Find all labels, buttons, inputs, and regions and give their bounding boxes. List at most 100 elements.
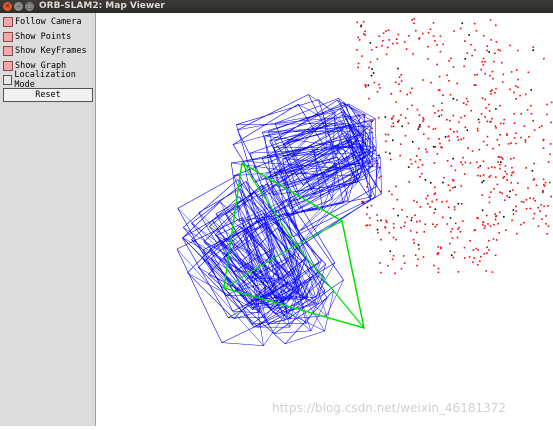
map-point [499,168,501,170]
map-point [416,221,418,223]
show-points-label: Show Points [15,32,71,42]
map-point [465,162,467,164]
map-point [457,237,459,239]
reference-map-point [532,170,534,172]
map-point [520,224,522,226]
map-point [395,81,397,83]
map-point [480,69,482,71]
minimize-button[interactable]: – [14,2,23,11]
map-point [515,85,517,87]
map-point [453,115,455,117]
reference-map-point [503,216,505,218]
map-point [441,110,443,112]
map-point [480,175,482,177]
map-point [525,167,527,169]
map-point [411,88,413,90]
show-keyframes-checkbox[interactable] [3,46,13,56]
map-point [393,122,395,124]
map-point [533,218,535,220]
map-point [477,128,479,130]
map-point [534,213,536,215]
map-point [485,270,487,272]
map-3d-view[interactable] [96,13,553,426]
map-point [462,220,464,222]
map-point [413,239,415,241]
title-bar: × – □ ORB-SLAM2: Map Viewer [0,0,553,13]
reference-map-point [367,207,369,209]
map-point [477,264,479,266]
map-point [388,191,390,193]
map-point [481,113,483,115]
show-points-option[interactable]: Show Points [3,30,71,44]
map-point [450,231,452,233]
map-point [452,237,454,239]
map-point [495,125,497,127]
map-point [400,114,402,116]
map-point [454,209,456,211]
map-point [550,196,552,198]
localization-mode-checkbox[interactable] [3,75,12,85]
map-point [417,109,419,111]
map-point [410,159,412,161]
map-point [450,58,452,60]
show-graph-checkbox[interactable] [3,61,13,71]
map-point [515,143,517,145]
map-point [400,143,402,145]
map-point [506,195,508,197]
map-viewer-canvas[interactable] [96,13,553,426]
close-icon: × [5,2,11,11]
map-point [433,35,435,37]
map-point [401,209,403,211]
map-point [452,187,454,189]
map-point [499,212,501,214]
map-point [385,227,387,229]
map-point [458,139,460,141]
map-point [405,117,407,119]
map-point [493,61,495,63]
follow-camera-checkbox[interactable] [3,17,13,27]
map-point [516,233,518,235]
map-point [455,222,457,224]
map-point [489,197,491,199]
follow-camera-option[interactable]: Follow Camera [3,15,82,29]
map-point [406,48,408,50]
map-point [525,139,527,141]
localization-mode-option[interactable]: Localization Mode [3,73,95,87]
reset-button[interactable]: Reset [3,88,93,102]
map-point [484,73,486,75]
map-point [415,254,417,256]
reference-map-point [488,51,490,53]
map-point [506,173,508,175]
map-point [376,214,378,216]
map-point [506,179,508,181]
map-point [484,225,486,227]
map-point [484,116,486,118]
show-points-checkbox[interactable] [3,32,13,42]
map-point [548,161,550,163]
map-point [487,121,489,123]
map-point [479,260,481,262]
map-point [454,252,456,254]
map-point [411,19,413,21]
reference-map-point [483,180,485,182]
map-point [448,135,450,137]
map-point [364,34,366,36]
map-point [436,199,438,201]
map-point [404,41,406,43]
map-point [546,114,548,116]
show-keyframes-option[interactable]: Show KeyFrames [3,44,87,58]
reference-map-point [462,23,464,25]
close-button[interactable]: × [3,2,12,11]
map-point [489,121,491,123]
map-point [523,201,525,203]
map-point [423,231,425,233]
map-point [477,249,479,251]
map-point [484,227,486,229]
reference-map-point [390,251,392,253]
map-point [393,255,395,257]
map-point [386,221,388,223]
maximize-button[interactable]: □ [25,2,34,11]
map-point [429,206,431,208]
map-point [401,268,403,270]
map-point [545,223,547,225]
